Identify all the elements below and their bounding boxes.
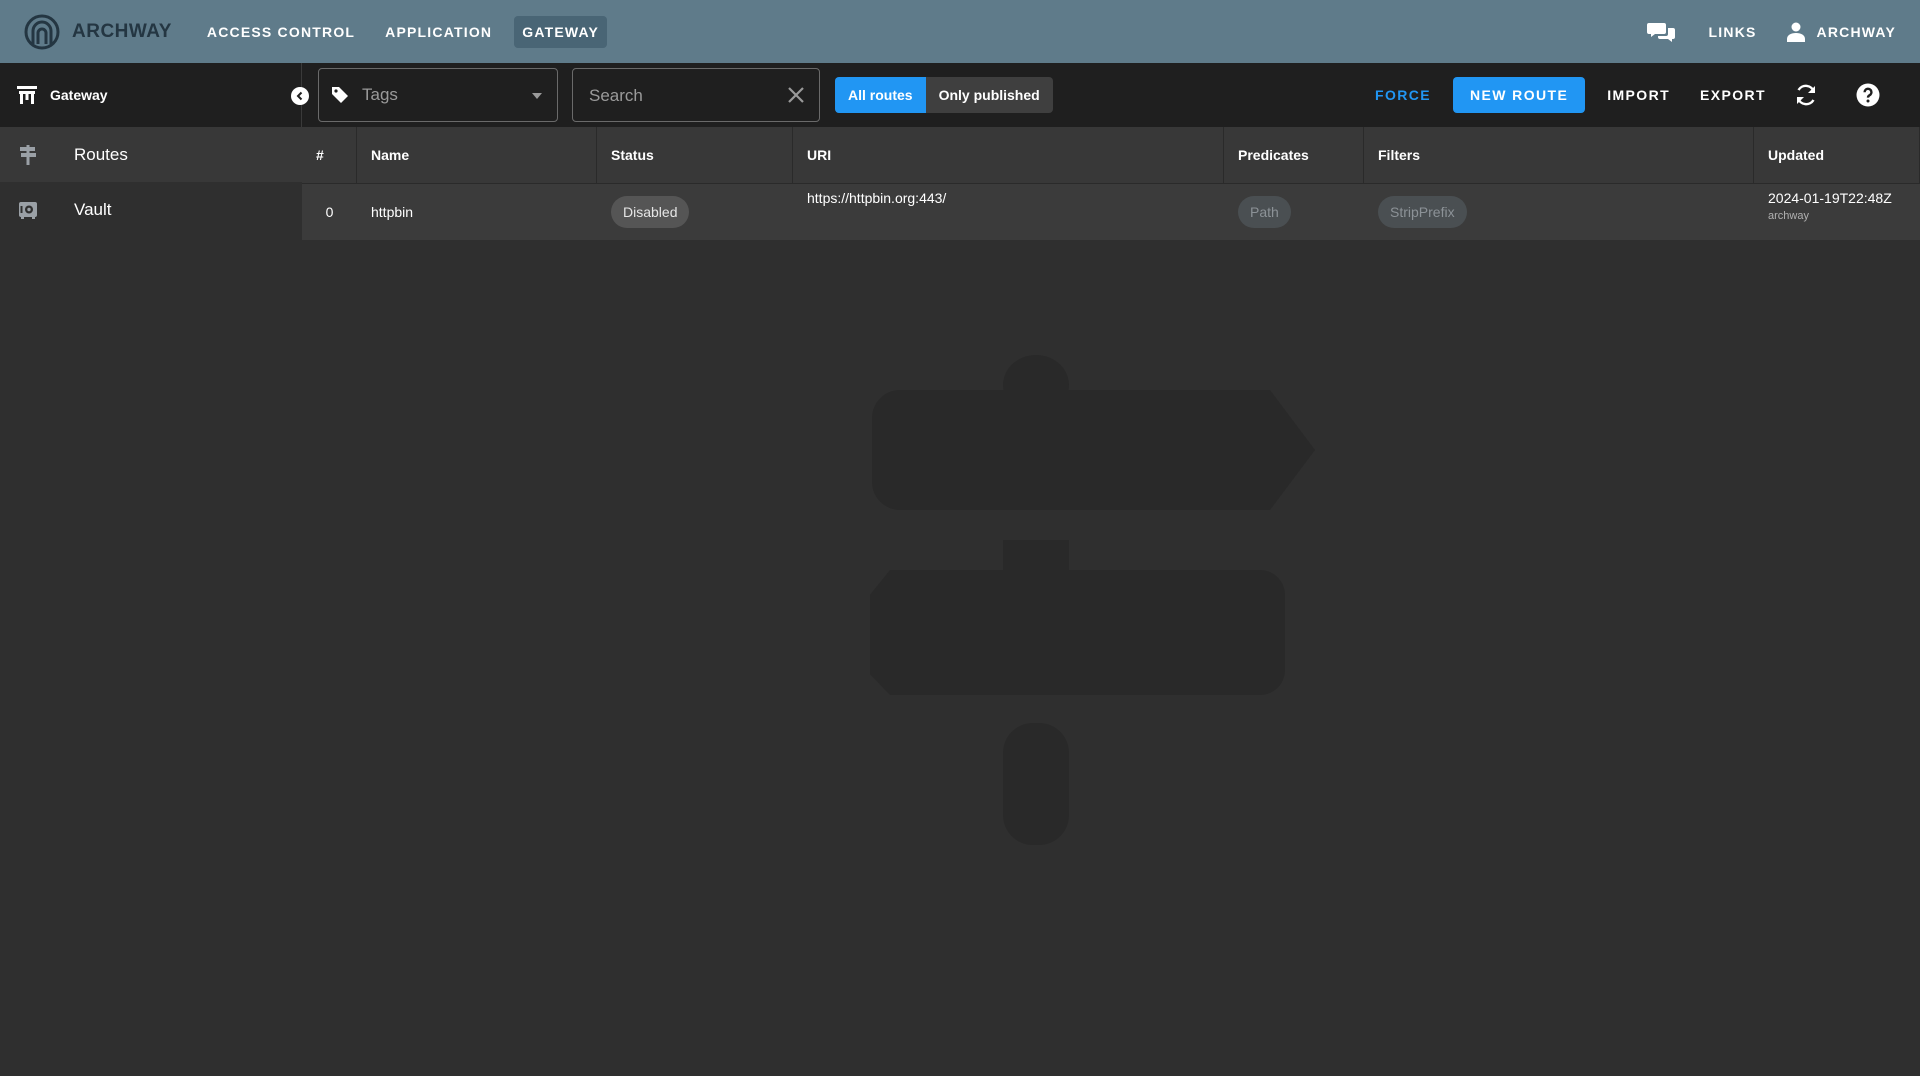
new-route-button[interactable]: NEW ROUTE	[1453, 77, 1586, 113]
export-button[interactable]: EXPORT	[1700, 87, 1766, 103]
top-nav: ACCESS CONTROL APPLICATION GATEWAY	[192, 15, 614, 48]
column-header-status[interactable]: Status	[597, 127, 793, 183]
nav-access-control[interactable]: ACCESS CONTROL	[199, 16, 363, 48]
route-status-cell: Disabled	[597, 184, 793, 240]
tags-select[interactable]: Tags	[318, 68, 558, 122]
route-number: 0	[325, 204, 334, 220]
signpost-watermark-icon	[870, 355, 1315, 845]
section-title: Gateway	[50, 87, 108, 103]
links-button[interactable]: LINKS	[1709, 24, 1757, 40]
route-uri: https://httpbin.org:443/	[807, 190, 947, 206]
table-row[interactable]: 0 httpbin Disabled https://httpbin.org:4…	[302, 184, 1920, 240]
all-routes-option[interactable]: All routes	[835, 77, 926, 113]
routes-table: # Name Status URI Predicates Filters Upd…	[302, 127, 1920, 240]
updated-by: archway	[1768, 210, 1809, 222]
chevron-left-icon	[296, 91, 303, 101]
vault-icon	[19, 201, 37, 219]
archway-logo-icon	[24, 14, 60, 49]
column-header-updated[interactable]: Updated	[1754, 127, 1920, 183]
tags-placeholder: Tags	[362, 85, 398, 104]
route-filter-toggle: All routes Only published	[835, 77, 1053, 113]
column-header-predicates[interactable]: Predicates	[1224, 127, 1364, 183]
brand-name: ARCHWAY	[72, 20, 172, 42]
nav-gateway[interactable]: GATEWAY	[514, 15, 608, 48]
column-header-filters[interactable]: Filters	[1364, 127, 1754, 183]
toolbar-actions: FORCE NEW ROUTE IMPORT EXPORT	[1375, 63, 1920, 127]
column-header-number[interactable]: #	[302, 127, 357, 183]
gateway-icon	[17, 86, 37, 104]
user-menu[interactable]: ARCHWAY	[1817, 24, 1896, 40]
toolbar: Gateway Tags All routes Only published F…	[0, 63, 1920, 127]
import-button[interactable]: IMPORT	[1607, 87, 1670, 103]
nav-application[interactable]: APPLICATION	[377, 16, 500, 48]
search-box	[572, 68, 820, 122]
account-icon[interactable]	[1786, 22, 1805, 42]
sidebar-item-vault[interactable]: Vault	[0, 182, 302, 237]
filter-chip: StripPrefix	[1378, 196, 1467, 228]
route-filters-cell: StripPrefix	[1364, 184, 1754, 240]
updated-timestamp: 2024-01-19T22:48Z	[1768, 190, 1892, 206]
top-right-actions: LINKS ARCHWAY	[1646, 21, 1896, 43]
sidebar-header: Gateway	[0, 63, 302, 127]
force-button[interactable]: FORCE	[1375, 87, 1431, 103]
sidebar-item-label: Vault	[74, 199, 112, 219]
app-bar: ARCHWAY ACCESS CONTROL APPLICATION GATEW…	[0, 0, 1920, 63]
sidebar-item-routes[interactable]: Routes	[0, 127, 302, 182]
chat-icon[interactable]	[1646, 21, 1675, 43]
clear-search-icon[interactable]	[787, 86, 805, 104]
sidebar: Routes Vault	[0, 127, 302, 1076]
column-header-name[interactable]: Name	[357, 127, 597, 183]
column-header-uri[interactable]: URI	[793, 127, 1224, 183]
help-icon[interactable]	[1856, 83, 1880, 107]
sidebar-item-label: Routes	[74, 144, 128, 164]
route-updated-cell: 2024-01-19T22:48Z archway	[1754, 184, 1920, 240]
chevron-down-icon	[532, 93, 542, 99]
tag-icon	[332, 87, 348, 103]
search-input[interactable]	[587, 83, 781, 109]
route-predicates-cell: Path	[1224, 184, 1364, 240]
brand[interactable]: ARCHWAY	[24, 14, 172, 50]
signpost-icon	[20, 144, 36, 165]
table-header: # Name Status URI Predicates Filters Upd…	[302, 127, 1920, 184]
predicate-chip: Path	[1238, 196, 1291, 228]
status-badge: Disabled	[611, 196, 690, 228]
refresh-icon[interactable]	[1794, 83, 1818, 107]
collapse-sidebar-button[interactable]	[291, 87, 309, 105]
only-published-option[interactable]: Only published	[926, 77, 1053, 113]
route-name: httpbin	[371, 204, 414, 220]
